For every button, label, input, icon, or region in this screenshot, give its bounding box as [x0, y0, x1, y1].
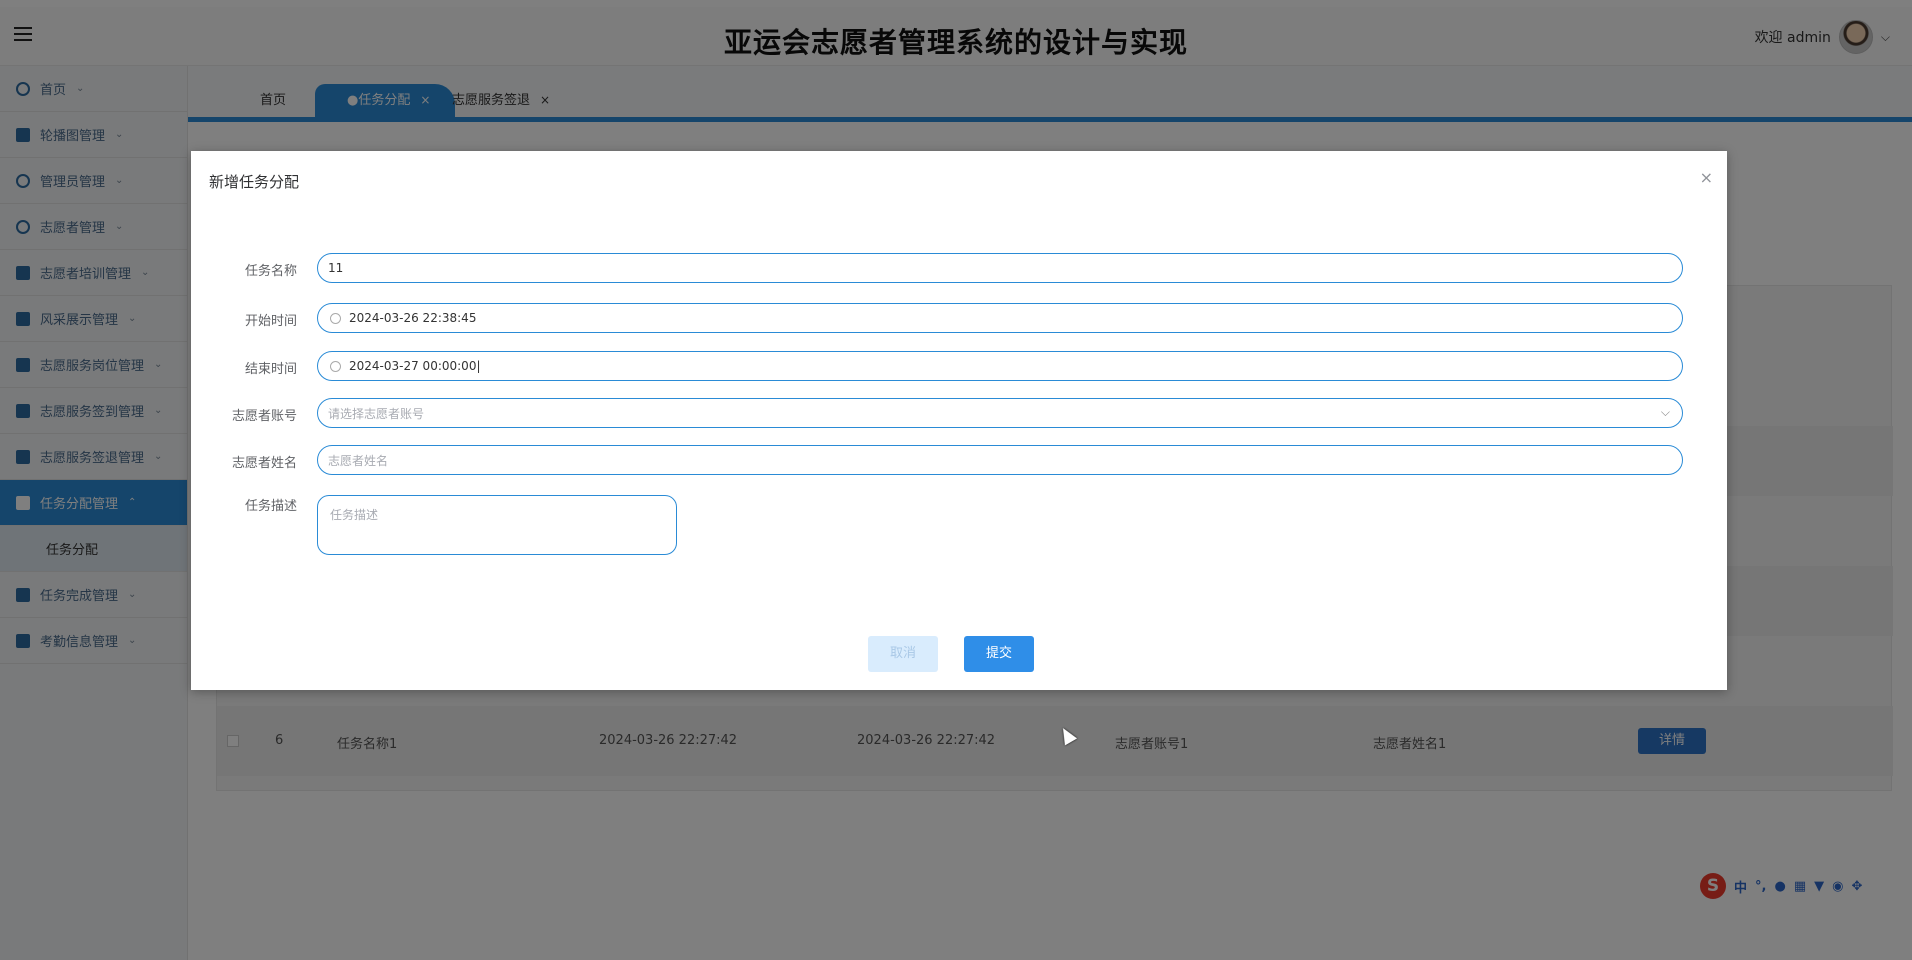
chevron-down-icon: ⌵	[1660, 405, 1670, 419]
task-name-label: 任务名称	[244, 264, 297, 279]
cancel-button[interactable]: 取消	[868, 636, 938, 672]
close-icon[interactable]: ×	[1700, 168, 1713, 187]
end-time-picker[interactable]: 2024-03-27 00:00:00|	[317, 351, 1683, 381]
task-name-value: 11	[328, 261, 344, 275]
volunteer-name-label: 志愿者姓名	[231, 456, 297, 471]
volunteer-name-input[interactable]: 志愿者姓名	[317, 445, 1683, 475]
end-time-value: 2024-03-27 00:00:00|	[349, 359, 481, 373]
account-placeholder: 请选择志愿者账号	[328, 406, 425, 421]
account-select[interactable]: 请选择志愿者账号 ⌵	[317, 398, 1683, 428]
start-time-picker[interactable]: 2024-03-26 22:38:45	[317, 303, 1683, 333]
add-task-dialog: 新增任务分配 × 任务名称 11 开始时间 2024-03-26 22:38:4…	[191, 151, 1727, 690]
dialog-title: 新增任务分配	[209, 173, 300, 191]
description-label: 任务描述	[244, 499, 297, 514]
start-time-label: 开始时间	[244, 314, 297, 329]
account-label: 志愿者账号	[231, 409, 297, 424]
clock-icon	[330, 360, 341, 372]
clock-icon	[330, 312, 341, 324]
volunteer-name-placeholder: 志愿者姓名	[328, 453, 389, 468]
end-time-label: 结束时间	[244, 362, 297, 377]
task-name-input[interactable]: 11	[317, 253, 1683, 283]
description-textarea[interactable]: 任务描述	[317, 495, 677, 555]
submit-button[interactable]: 提交	[964, 636, 1034, 672]
start-time-value: 2024-03-26 22:38:45	[349, 311, 477, 325]
